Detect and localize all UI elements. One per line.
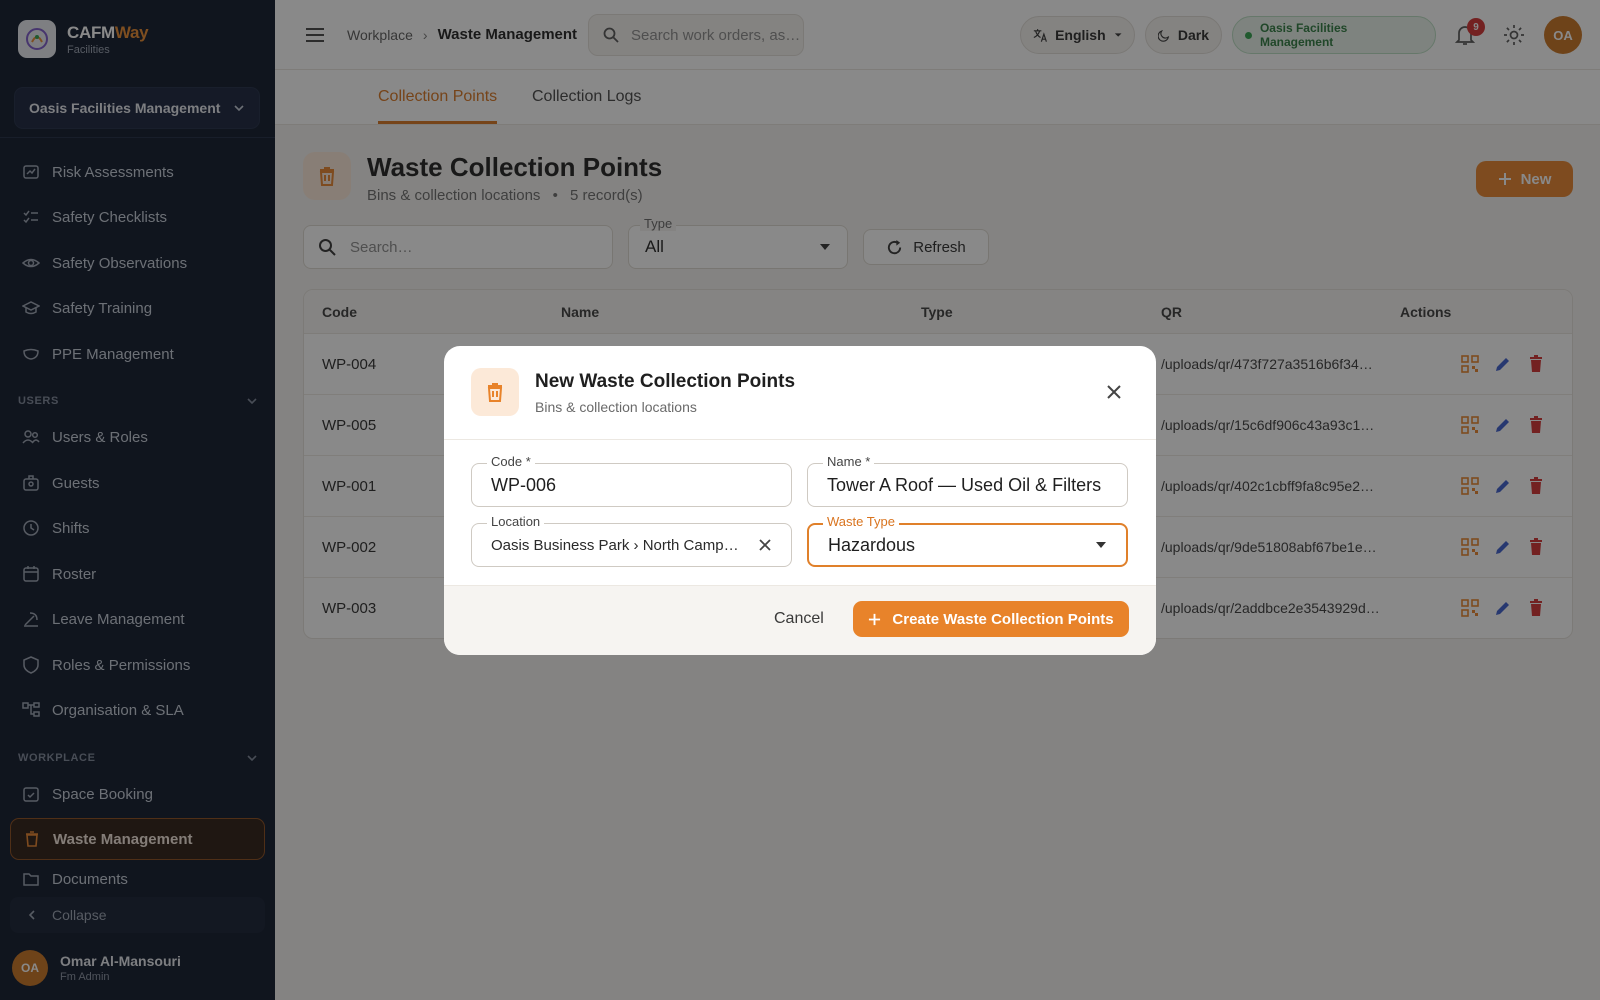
code-field-label: Code * — [487, 454, 535, 469]
waste-type-label: Waste Type — [823, 514, 899, 529]
clear-icon[interactable] — [758, 538, 772, 552]
code-field[interactable]: WP-006 — [471, 463, 792, 507]
trash-icon — [471, 368, 519, 416]
name-field-value: Tower A Roof — Used Oil & Filters — [827, 474, 1102, 495]
caret-down-icon — [1096, 542, 1106, 548]
dialog-divider — [444, 439, 1156, 440]
plus-icon — [869, 613, 881, 625]
waste-type-select[interactable]: Hazardous — [807, 523, 1128, 567]
new-waste-point-dialog: New Waste Collection Points Bins & colle… — [444, 346, 1156, 655]
dialog-title: New Waste Collection Points — [535, 371, 796, 392]
code-field-value: WP-006 — [491, 474, 557, 495]
location-field-label: Location — [487, 514, 545, 529]
cancel-button[interactable]: Cancel — [774, 610, 824, 628]
dialog-subtitle: Bins & collection locations — [535, 399, 697, 415]
dialog-footer: Cancel Create Waste Collection Points — [444, 585, 1156, 655]
waste-type-value: Hazardous — [828, 534, 916, 555]
create-button[interactable]: Create Waste Collection Points — [853, 601, 1129, 637]
name-field-label: Name * — [823, 454, 875, 469]
location-field[interactable]: Oasis Business Park › North Campus › Tow… — [471, 523, 792, 567]
close-icon[interactable] — [1105, 383, 1123, 401]
name-field[interactable]: Tower A Roof — Used Oil & Filters — [807, 463, 1128, 507]
location-field-value: Oasis Business Park › North Campus › Tow… — [491, 536, 741, 554]
